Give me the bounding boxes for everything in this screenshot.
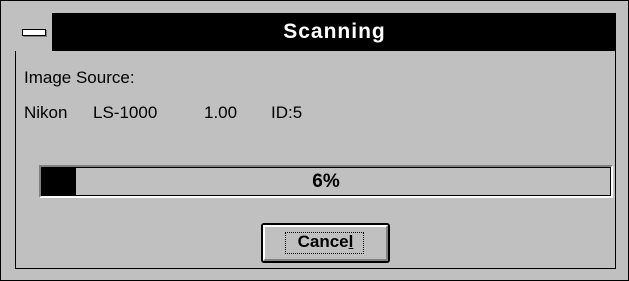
- window-title: Scanning: [283, 20, 386, 43]
- cancel-button-label: Cancel: [263, 225, 388, 261]
- system-menu-icon: [22, 29, 46, 36]
- cancel-button[interactable]: Cancel: [261, 223, 390, 263]
- scan-progress-bar: 6%: [39, 165, 613, 198]
- system-menu-button[interactable]: [15, 13, 53, 51]
- progress-percent-label: 6%: [312, 171, 340, 192]
- cancel-label-prefix: Cance: [297, 232, 349, 251]
- cancel-label-mnemonic: l: [348, 232, 354, 251]
- title-bar: Scanning: [15, 13, 616, 51]
- device-version: 1.00: [204, 103, 238, 122]
- device-name: Nikon: [24, 103, 68, 122]
- scanning-dialog: Scanning Image Source: Nikon LS-1000 1.0…: [0, 0, 629, 281]
- image-source-label: Image Source:: [24, 68, 135, 87]
- device-model: LS-1000: [93, 103, 158, 122]
- device-id: ID:5: [271, 103, 303, 122]
